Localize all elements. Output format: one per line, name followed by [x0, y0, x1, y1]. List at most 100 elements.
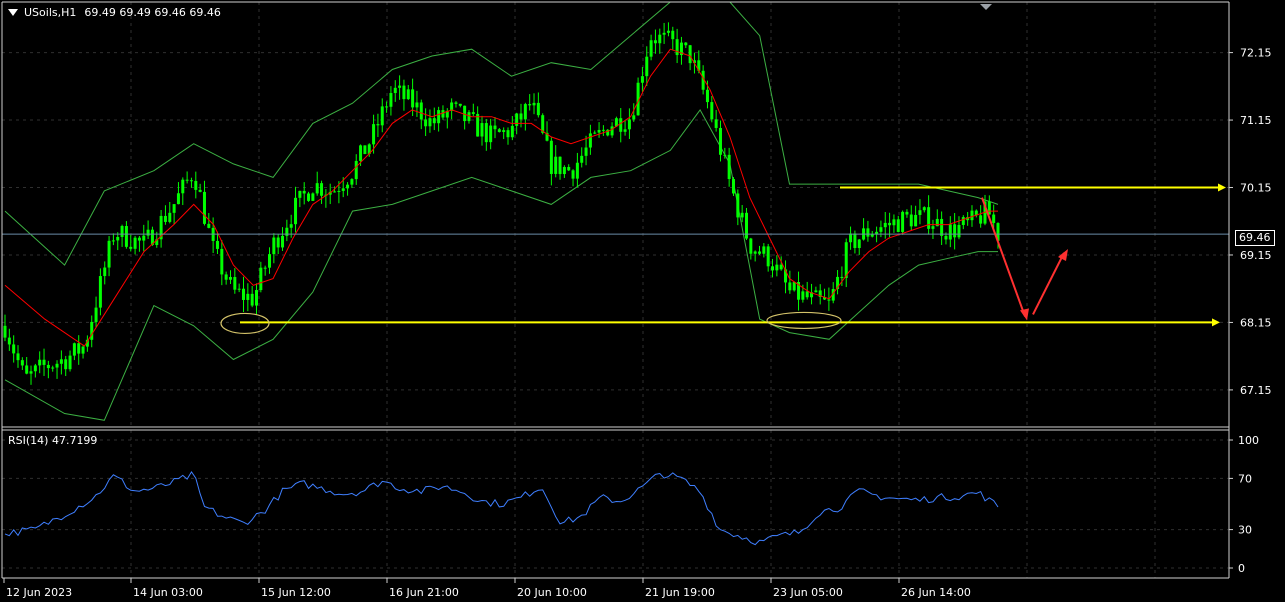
candle: [120, 224, 124, 247]
candle-body: [237, 288, 241, 290]
candle-body: [81, 346, 85, 354]
candle-body: [554, 156, 558, 174]
candle-body: [51, 367, 55, 369]
dropdown-triangle-icon[interactable]: [8, 9, 18, 16]
candle-body: [484, 123, 488, 143]
rsi-panel[interactable]: [4, 470, 999, 546]
candle-body: [350, 179, 354, 185]
candle: [914, 205, 918, 227]
candle-body: [562, 166, 566, 175]
price-tick-label: 68.15: [1240, 316, 1272, 329]
candle-body: [320, 183, 324, 196]
candle-body: [111, 240, 115, 242]
candle-body: [736, 193, 740, 218]
candle: [42, 348, 46, 376]
candle: [3, 314, 7, 342]
candle: [953, 213, 957, 250]
candle: [398, 75, 402, 100]
candle: [753, 250, 757, 262]
candle: [311, 192, 315, 202]
rsi-tick-label: 30: [1238, 524, 1252, 537]
candle: [901, 210, 905, 235]
drawing-objects: [2, 183, 1229, 335]
candle-body: [666, 30, 670, 33]
candle: [463, 105, 467, 130]
candle: [662, 22, 666, 44]
candle-body: [775, 264, 779, 271]
candle-body: [532, 102, 536, 106]
candle-body: [207, 223, 211, 228]
candle-body: [588, 133, 592, 148]
candle: [228, 270, 232, 284]
candle-body: [29, 371, 33, 374]
candle-body: [779, 264, 783, 270]
candle-body: [228, 277, 232, 280]
candle: [532, 93, 536, 115]
candle: [250, 286, 254, 308]
candle-body: [393, 87, 397, 94]
candle-body: [961, 217, 965, 225]
candle-body: [671, 30, 675, 40]
candle: [528, 94, 532, 111]
candle-body: [940, 218, 944, 236]
candle: [476, 106, 480, 137]
candle-body: [311, 193, 315, 201]
candle: [389, 86, 393, 116]
candle: [762, 243, 766, 258]
candle-body: [762, 246, 766, 254]
candle: [922, 206, 926, 213]
candle: [718, 120, 722, 162]
candle-body: [168, 212, 172, 222]
candle-body: [224, 274, 228, 280]
candle-body: [185, 179, 189, 181]
candle: [862, 218, 866, 241]
candle-body: [792, 282, 796, 291]
candle: [98, 268, 102, 316]
candle-body: [727, 154, 731, 180]
candle-body: [46, 364, 50, 369]
candle-body: [723, 154, 727, 156]
candle-body: [12, 344, 16, 354]
projection-arrow-up: [1032, 252, 1065, 315]
candle: [428, 109, 432, 133]
candle: [454, 101, 458, 108]
candle-body: [805, 291, 809, 298]
candle-body: [506, 130, 510, 138]
candle: [940, 211, 944, 245]
support-arrow-head: [1212, 318, 1220, 327]
candle-body: [298, 190, 302, 198]
candle: [658, 28, 662, 54]
candle-body: [597, 129, 601, 133]
trading-chart[interactable]: 72.15 71.15 70.15 69.15 68.15 67.15 100 70 30 0 12…: [0, 0, 1285, 602]
candle: [597, 122, 601, 138]
candle: [818, 284, 822, 305]
candle-body: [888, 222, 892, 226]
candle: [172, 204, 176, 224]
candle: [55, 360, 59, 379]
candle: [116, 232, 120, 251]
candle-body: [7, 337, 11, 345]
candle: [90, 315, 94, 348]
candle-body: [844, 242, 848, 279]
price-panel[interactable]: [2, 1, 1229, 421]
candle-body: [914, 214, 918, 227]
candle: [588, 124, 592, 155]
candle-body: [489, 125, 493, 143]
candle: [259, 261, 263, 293]
candle: [784, 260, 788, 294]
candle: [849, 226, 853, 250]
candle: [81, 344, 85, 359]
candle-body: [740, 212, 744, 218]
candle-body: [285, 227, 289, 236]
candle-body: [710, 102, 714, 120]
chart-shift-marker-icon[interactable]: [980, 4, 992, 10]
candle-body: [870, 234, 874, 237]
candle-body: [3, 325, 7, 338]
candle: [545, 121, 549, 142]
candle-body: [814, 290, 818, 293]
candle-body: [68, 355, 72, 370]
candle: [731, 177, 735, 197]
candle: [189, 177, 193, 188]
candle-body: [801, 291, 805, 300]
candle: [176, 182, 180, 205]
